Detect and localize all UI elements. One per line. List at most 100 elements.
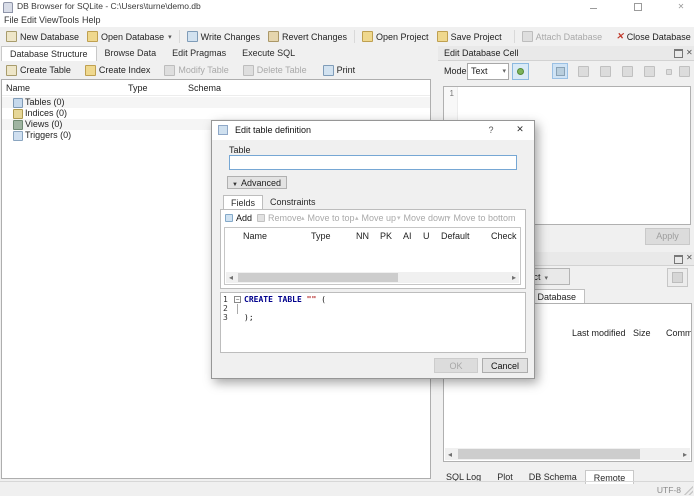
views-icon — [13, 120, 23, 130]
remote-horizontal-scrollbar[interactable]: ◂ ▸ — [445, 448, 690, 460]
mode-select[interactable]: Text ▾ — [467, 63, 509, 80]
create-index-button[interactable]: Create Index — [81, 63, 155, 78]
edit-table-dialog: Edit table definition ? ✕ Table ▼ Advance… — [211, 120, 535, 379]
remote-column-commit[interactable]: Commit — [666, 328, 691, 338]
table-name-label: Table — [229, 145, 251, 155]
scroll-left-icon[interactable]: ◂ — [448, 450, 452, 459]
minimize-button[interactable] — [583, 1, 603, 12]
grid-column-nn[interactable]: NN — [356, 231, 369, 241]
write-changes-button[interactable]: Write Changes — [183, 29, 264, 44]
attach-database-button: Attach Database — [518, 29, 607, 44]
write-changes-icon — [186, 31, 198, 42]
open-project-button[interactable]: Open Project — [358, 29, 433, 44]
move-up-button: ▴ Move up — [355, 213, 397, 223]
tree-column-name[interactable]: Name — [6, 83, 30, 93]
move-up-icon: ▴ — [355, 215, 359, 222]
tab-browse-data[interactable]: Browse Data — [97, 46, 165, 61]
dialog-close-button[interactable]: ✕ — [512, 124, 528, 135]
advanced-collapse-icon: ▼ — [232, 182, 238, 188]
word-wrap-toggle[interactable] — [552, 63, 568, 79]
new-database-button[interactable]: New Database — [2, 29, 83, 44]
move-top-icon: ▴ — [301, 215, 305, 222]
resize-grip[interactable] — [684, 486, 693, 495]
float-dock-icon[interactable] — [674, 49, 683, 58]
scroll-right-icon[interactable]: ▸ — [512, 273, 516, 282]
fields-pane: Add Remove ▴ Move to top ▴ Move up ▾ Move d… — [220, 209, 526, 289]
move-down-icon: ▾ — [397, 215, 401, 222]
revert-changes-button[interactable]: Revert Changes — [264, 29, 351, 44]
cancel-button[interactable]: Cancel — [482, 358, 528, 373]
sql-line-number: 3 — [223, 313, 228, 322]
new-database-icon — [6, 31, 17, 42]
save-project-icon — [436, 31, 448, 42]
scrollbar-thumb[interactable] — [458, 449, 640, 459]
move-bottom-icon: ▾ — [447, 215, 451, 222]
grid-column-u[interactable]: U — [423, 231, 430, 241]
encoding-indicator[interactable]: UTF-8 — [657, 485, 681, 495]
menu-file[interactable]: File — [4, 15, 19, 25]
remote-column-size[interactable]: Size — [633, 328, 651, 338]
open-database-dropdown-icon[interactable]: ▾ — [168, 33, 172, 41]
print-button[interactable]: Print — [319, 63, 360, 78]
table-name-input[interactable] — [229, 155, 517, 170]
status-bar: UTF-8 — [0, 481, 694, 496]
print-cell-icon — [679, 66, 690, 77]
delete-table-icon — [242, 64, 254, 76]
tree-item-tables[interactable]: Tables (0) — [2, 97, 430, 108]
add-field-button[interactable]: Add — [225, 213, 252, 223]
maximize-button[interactable] — [628, 1, 648, 12]
tab-database-structure[interactable]: Database Structure — [1, 46, 97, 61]
grid-column-name[interactable]: Name — [243, 231, 267, 241]
dialog-title: Edit table definition — [235, 125, 312, 135]
combo-arrow-icon: ▾ — [502, 68, 506, 75]
tab-constraints[interactable]: Constraints — [263, 195, 323, 209]
close-dock-icon[interactable]: ✕ — [686, 254, 693, 262]
toolbar-separator — [354, 30, 356, 43]
menu-help[interactable]: Help — [82, 15, 101, 25]
main-toolbar: New Database Open Database ▾ Write Chang… — [0, 27, 694, 46]
tree-item-indices[interactable]: Indices (0) — [2, 108, 430, 119]
menu-view[interactable]: View — [39, 15, 58, 25]
scroll-right-icon[interactable]: ▸ — [683, 450, 687, 459]
fields-grid: Name Type NN PK AI U Default Check ◂ ▸ — [224, 227, 521, 285]
scroll-left-icon[interactable]: ◂ — [229, 273, 233, 282]
tab-execute-sql[interactable]: Execute SQL — [234, 46, 303, 61]
move-to-bottom-button: ▾ Move to bottom — [447, 213, 516, 223]
tab-fields[interactable]: Fields — [223, 195, 264, 209]
tree-column-schema[interactable]: Schema — [188, 83, 221, 93]
dialog-help-button[interactable]: ? — [484, 125, 498, 135]
modify-table-icon — [164, 64, 176, 76]
remote-column-last-modified[interactable]: Last modified — [572, 328, 626, 338]
dialog-icon — [218, 125, 228, 135]
toolbar-separator — [513, 30, 515, 43]
grid-column-pk[interactable]: PK — [380, 231, 392, 241]
delete-table-button: Delete Table — [239, 63, 311, 78]
grid-horizontal-scrollbar[interactable]: ◂ ▸ — [226, 272, 519, 283]
close-button[interactable]: ✕ — [671, 1, 691, 12]
dialog-title-bar[interactable]: Edit table definition ? ✕ — [212, 121, 534, 140]
toolbar-separator — [178, 30, 180, 43]
open-project-icon — [362, 31, 374, 42]
close-database-icon: ✕ — [616, 31, 624, 41]
create-table-button[interactable]: Create Table — [2, 63, 75, 78]
create-index-icon — [84, 64, 96, 76]
menu-tools[interactable]: Tools — [58, 15, 79, 25]
grid-column-type[interactable]: Type — [311, 231, 331, 241]
tab-edit-pragmas[interactable]: Edit Pragmas — [164, 46, 234, 61]
import-cell-icon — [600, 66, 611, 77]
advanced-button[interactable]: ▼ Advanced — [227, 176, 287, 189]
save-project-button[interactable]: Save Project — [433, 29, 506, 44]
grid-column-check[interactable]: Check — [491, 231, 517, 241]
close-dock-icon[interactable]: ✕ — [686, 49, 693, 57]
float-dock-icon[interactable] — [674, 255, 683, 264]
scrollbar-thumb[interactable] — [238, 273, 398, 282]
close-database-button[interactable]: ✕ Close Database — [612, 30, 694, 44]
menu-edit[interactable]: Edit — [21, 15, 37, 25]
open-database-button[interactable]: Open Database ▾ — [83, 29, 176, 44]
code-fold-icon[interactable]: − — [234, 296, 241, 303]
auto-apply-toggle[interactable] — [512, 63, 529, 80]
grid-column-ai[interactable]: AI — [403, 231, 412, 241]
separator-dot-icon — [666, 69, 672, 75]
tree-column-type[interactable]: Type — [128, 83, 148, 93]
grid-column-default[interactable]: Default — [441, 231, 470, 241]
